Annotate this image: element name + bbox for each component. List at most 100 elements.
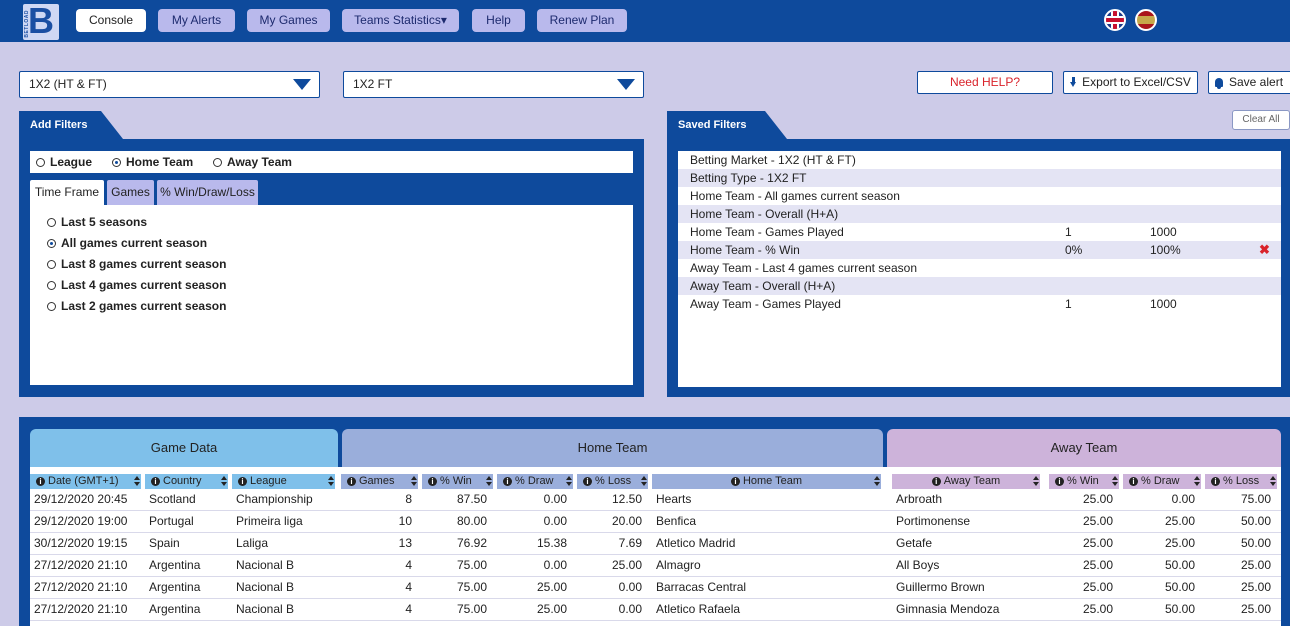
- table-cell: 50.00: [1240, 514, 1271, 528]
- column-header[interactable]: i% Loss: [1205, 474, 1277, 489]
- option-last-2-games[interactable]: Last 2 games current season: [47, 299, 226, 313]
- info-icon: i: [151, 477, 160, 486]
- column-header[interactable]: i% Loss: [577, 474, 648, 489]
- option-label: Last 8 games current season: [61, 257, 227, 271]
- clear-all-button[interactable]: Clear All: [1232, 110, 1290, 130]
- spain-flag-icon[interactable]: [1135, 9, 1157, 31]
- saved-filters-list: Betting Market - 1X2 (HT & FT) Betting Ty…: [678, 151, 1281, 387]
- info-icon: i: [931, 477, 941, 486]
- column-header-label: Country: [163, 475, 202, 487]
- nav-console[interactable]: Console: [76, 9, 146, 32]
- table-cell: 4: [405, 602, 412, 616]
- betting-market-select[interactable]: 1X2 (HT & FT): [19, 71, 320, 98]
- add-filters-panel: League Home Team Away Team Time Frame Ga…: [19, 139, 644, 397]
- table-cell: 7.69: [618, 536, 642, 550]
- option-last-8-games[interactable]: Last 8 games current season: [47, 257, 226, 271]
- column-header[interactable]: i Games: [341, 474, 418, 489]
- table-cell: 25.00: [1082, 580, 1113, 594]
- option-all-games-current-season[interactable]: All games current season: [47, 236, 207, 250]
- column-header-label: % Draw: [1141, 475, 1180, 487]
- nav-help[interactable]: Help: [472, 9, 525, 32]
- saved-filter-row: Home Team - All games current season: [678, 187, 1281, 205]
- saved-filter-min: 0%: [1065, 243, 1083, 257]
- saved-filters-panel: Betting Market - 1X2 (HT & FT) Betting Ty…: [667, 139, 1290, 397]
- radio-away-team[interactable]: Away Team: [213, 151, 292, 173]
- radio-league-label: League: [50, 155, 93, 169]
- table-cell: 25.00: [1240, 580, 1271, 594]
- table-cell: 27/12/2020 21:10: [34, 580, 128, 594]
- option-last-4-games[interactable]: Last 4 games current season: [47, 278, 226, 292]
- table-cell: 15.38: [536, 536, 567, 550]
- table-row[interactable]: 30/12/2020 19:15 Spain Laliga 13 76.92 15.38 7…: [30, 533, 1281, 555]
- betting-market-value: 1X2 (HT & FT): [29, 77, 107, 91]
- table-row[interactable]: 27/12/2020 21:10 Argentina Nacional B 4 75.0…: [30, 599, 1281, 621]
- table-row[interactable]: 27/12/2020 21:10 Argentina Nacional B 4 75.0…: [30, 555, 1281, 577]
- nav-renew-plan[interactable]: Renew Plan: [537, 9, 627, 32]
- table-row[interactable]: 29/12/2020 20:45 Scotland Championship 8 87.…: [30, 489, 1281, 511]
- table-cell: 10: [398, 514, 412, 528]
- radio-away-team-label: Away Team: [227, 155, 292, 169]
- table-cell: 25.00: [1164, 514, 1195, 528]
- column-header[interactable]: i Country: [145, 474, 228, 489]
- export-button[interactable]: Export to Excel/CSV: [1063, 71, 1198, 94]
- column-header-label: % Loss: [1223, 475, 1260, 487]
- column-header[interactable]: i Home Team: [652, 474, 881, 489]
- option-last-5-seasons[interactable]: Last 5 seasons: [47, 215, 147, 229]
- table-cell: Scotland: [149, 492, 196, 506]
- save-alert-button[interactable]: Save alert: [1208, 71, 1290, 94]
- saved-filter-row: Away Team - Overall (H+A): [678, 277, 1281, 295]
- table-cell: 76.92: [456, 536, 487, 550]
- column-header[interactable]: i Away Team: [892, 474, 1040, 489]
- saved-filter-label: Betting Type - 1X2 FT: [690, 171, 807, 185]
- table-cell: 4: [405, 580, 412, 594]
- table-cell: 0.00: [1171, 492, 1195, 506]
- nav-my-games[interactable]: My Games: [247, 9, 330, 32]
- table-cell: 13: [398, 536, 412, 550]
- saved-filter-label: Home Team - All games current season: [690, 189, 900, 203]
- table-cell: Atletico Rafaela: [656, 602, 741, 616]
- radio-league[interactable]: League: [36, 151, 92, 173]
- table-row[interactable]: 29/12/2020 19:00 Portugal Primeira liga 10 8…: [30, 511, 1281, 533]
- info-icon: i: [1129, 477, 1138, 486]
- betload-logo[interactable]: BETLOAD B: [23, 4, 59, 40]
- table-cell: Spain: [149, 536, 180, 550]
- column-header[interactable]: i League: [232, 474, 335, 489]
- column-header-label: Date (GMT+1): [48, 475, 119, 487]
- column-header[interactable]: i% Win: [1049, 474, 1119, 489]
- saved-filter-row: Home Team - Overall (H+A): [678, 205, 1281, 223]
- table-cell: 25.00: [1082, 492, 1113, 506]
- betting-type-value: 1X2 FT: [353, 77, 393, 91]
- info-icon: i: [238, 477, 247, 486]
- column-header[interactable]: i Date (GMT+1): [30, 474, 141, 489]
- column-header[interactable]: i% Draw: [497, 474, 573, 489]
- group-home-team: Home Team: [342, 429, 883, 467]
- table-cell: 25.00: [1164, 536, 1195, 550]
- info-icon: i: [428, 477, 437, 486]
- table-cell: 87.50: [456, 492, 487, 506]
- column-header-label: Away Team: [943, 475, 1001, 487]
- column-header[interactable]: i% Win: [422, 474, 493, 489]
- nav-my-alerts[interactable]: My Alerts: [158, 9, 235, 32]
- tab-win-draw-loss[interactable]: % Win/Draw/Loss: [157, 180, 258, 205]
- table-cell: 0.00: [618, 602, 642, 616]
- add-filters-title: Add Filters: [19, 111, 123, 139]
- info-icon: i: [503, 477, 512, 486]
- remove-filter-icon[interactable]: ✖: [1259, 241, 1270, 259]
- table-row[interactable]: 27/12/2020 21:10 Argentina Nacional B 4 75.0…: [30, 577, 1281, 599]
- radio-home-team[interactable]: Home Team: [112, 151, 193, 173]
- table-cell: Nacional B: [236, 580, 295, 594]
- uk-flag-icon[interactable]: [1104, 9, 1126, 31]
- saved-filter-row: Betting Market - 1X2 (HT & FT): [678, 151, 1281, 169]
- column-header[interactable]: i% Draw: [1123, 474, 1201, 489]
- betting-type-select[interactable]: 1X2 FT: [343, 71, 644, 98]
- tab-time-frame[interactable]: Time Frame: [30, 180, 104, 205]
- table-cell: Getafe: [896, 536, 933, 550]
- radio-icon: [213, 158, 222, 167]
- need-help-button[interactable]: Need HELP?: [917, 71, 1053, 94]
- filter-target-radios: League Home Team Away Team: [30, 151, 633, 173]
- tab-games[interactable]: Games: [107, 180, 154, 205]
- nav-teams-statistics[interactable]: Teams Statistics▾: [342, 9, 459, 32]
- bell-icon: [1215, 78, 1223, 89]
- table-cell: 25.00: [536, 602, 567, 616]
- table-cell: Atletico Madrid: [656, 536, 736, 550]
